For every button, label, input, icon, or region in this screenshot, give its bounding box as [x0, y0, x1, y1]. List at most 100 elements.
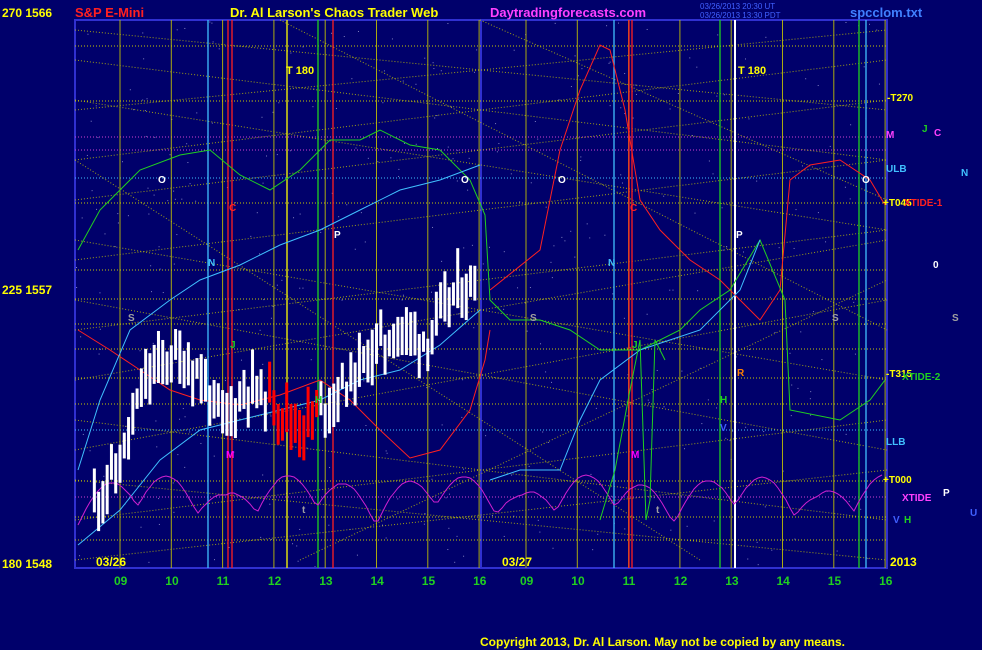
star [306, 447, 308, 449]
star [76, 286, 78, 288]
star [302, 287, 304, 289]
planet-j-left: J [230, 340, 236, 351]
star [401, 299, 403, 301]
star [844, 186, 846, 188]
label-m: M [886, 130, 895, 141]
star [447, 146, 449, 148]
label-llb: LLB [886, 437, 906, 448]
star [712, 173, 714, 175]
star [98, 353, 100, 355]
star [189, 183, 191, 185]
star [213, 455, 215, 457]
year-label: 2013 [890, 555, 917, 569]
y-axis-top: 270 1566 [2, 6, 53, 20]
star [805, 78, 807, 80]
star [696, 66, 698, 68]
star [296, 545, 298, 547]
star [778, 247, 780, 249]
star [620, 174, 622, 176]
star [367, 157, 369, 159]
star [403, 142, 405, 144]
star [382, 102, 384, 104]
star [261, 116, 263, 118]
label-p: P [943, 488, 950, 499]
star [158, 523, 160, 525]
red-curve-2 [489, 44, 886, 321]
star [117, 213, 119, 215]
star [385, 450, 387, 452]
star [686, 525, 688, 527]
star [606, 25, 608, 27]
star [103, 475, 105, 477]
star [415, 83, 417, 85]
star [817, 85, 819, 87]
star [485, 435, 487, 437]
star [169, 154, 171, 156]
star [357, 30, 359, 32]
star [289, 150, 291, 152]
star [297, 560, 299, 562]
star [270, 317, 272, 319]
star [748, 349, 750, 351]
star [218, 48, 220, 50]
star [553, 245, 555, 247]
star [511, 474, 513, 476]
star [338, 216, 340, 218]
star [240, 359, 242, 361]
timestamp-pdt: 03/26/2013 13:30 PDT [700, 11, 781, 20]
planet-n-left: N [208, 258, 216, 269]
x-tick-label: 16 [879, 574, 893, 588]
star [564, 240, 566, 242]
star [669, 289, 671, 291]
star [80, 336, 82, 338]
star [854, 353, 856, 355]
star [558, 99, 560, 101]
star [402, 294, 404, 296]
star [878, 83, 880, 85]
star [534, 121, 536, 123]
star [586, 223, 588, 225]
star [456, 180, 458, 182]
star [259, 253, 261, 255]
star [184, 466, 186, 468]
star [262, 474, 264, 476]
star [471, 244, 473, 246]
star [398, 175, 400, 177]
star [794, 538, 796, 540]
star [467, 189, 469, 191]
diagonal-line [479, 19, 888, 201]
star [503, 251, 505, 253]
star [708, 160, 710, 162]
star [457, 313, 459, 315]
planet-h-left: H [315, 395, 323, 406]
star [620, 107, 622, 109]
planet-p-right: P [736, 230, 743, 241]
star [436, 147, 438, 149]
star [272, 111, 274, 113]
star [850, 124, 852, 126]
star [461, 416, 463, 418]
star [721, 207, 723, 209]
star [545, 206, 547, 208]
star [266, 155, 268, 157]
star [529, 287, 531, 289]
site-link[interactable]: Daytradingforecasts.com [490, 5, 646, 20]
star [609, 61, 611, 63]
star [732, 430, 734, 432]
star [79, 555, 81, 557]
star [463, 555, 465, 557]
planet-s-left: S [128, 313, 135, 324]
star [621, 182, 623, 184]
planet-o2-right: O [862, 175, 870, 186]
star [181, 198, 183, 200]
planet-m-right: M [631, 450, 640, 461]
star [513, 49, 515, 51]
star [81, 217, 83, 219]
star [90, 120, 92, 122]
x-tick-label: 13 [725, 574, 739, 588]
x-tick-label: 14 [370, 574, 384, 588]
label-xtide: XTIDE [902, 493, 932, 504]
star [99, 328, 101, 330]
star [763, 431, 765, 433]
star [127, 215, 129, 217]
